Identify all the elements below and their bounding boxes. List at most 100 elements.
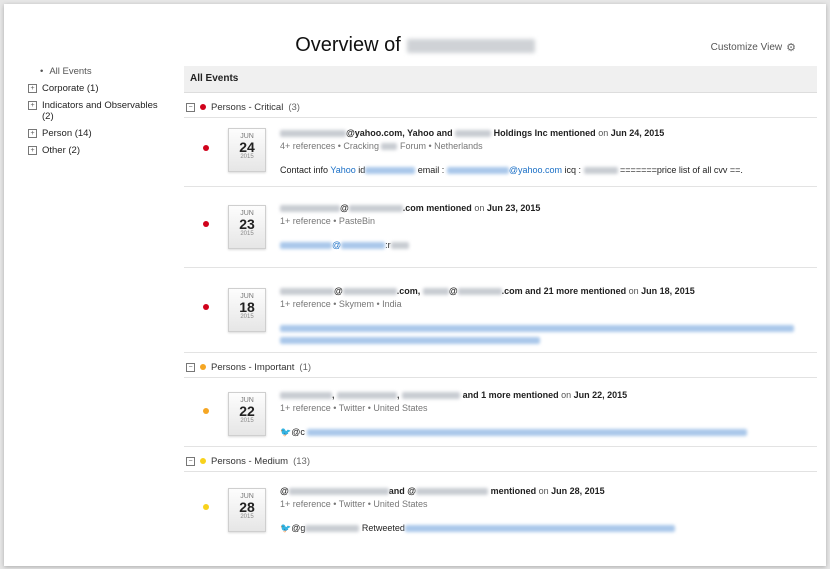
event-row[interactable]: JUN 24 2015 @yahoo.com, Yahoo and Holdin… xyxy=(184,118,817,187)
event-body: @yahoo.com, Yahoo and Holdings Inc menti… xyxy=(280,128,807,175)
expand-icon[interactable]: + xyxy=(28,84,37,93)
event-row[interactable]: JUN 23 2015 @ .com mentioned on Jun 23, 2… xyxy=(184,187,817,268)
gear-icon: ⚙ xyxy=(786,42,796,54)
event-content: 🐦@g Retweeted xyxy=(280,523,807,534)
sidebar-item-person[interactable]: + Person (14) xyxy=(28,128,168,139)
event-title-on: on xyxy=(538,486,549,496)
event-row[interactable]: JUN 22 2015 , , and 1 more mentioned on … xyxy=(184,378,817,447)
event-content xyxy=(280,323,807,345)
event-content-part: id xyxy=(358,165,366,175)
calendar-day: 23 xyxy=(239,216,255,232)
redacted-text xyxy=(583,167,618,175)
event-title[interactable]: @ and @ mentioned on Jun 28, 2015 xyxy=(280,486,807,496)
event-title-part: .com mentioned xyxy=(402,203,472,213)
calendar-day: 28 xyxy=(239,499,255,515)
calendar-year: 2015 xyxy=(240,154,254,160)
event-title[interactable]: @yahoo.com, Yahoo and Holdings Inc menti… xyxy=(280,128,807,138)
event-content: Contact info Yahoo id email : @yahoo.com… xyxy=(280,165,807,175)
event-title[interactable]: @ .com, @ .com and 21 more mentioned on Ju… xyxy=(280,286,807,296)
email-link[interactable]: @yahoo.com xyxy=(509,165,562,175)
events-header: All Events xyxy=(184,66,817,93)
group-name: Persons - Medium xyxy=(211,455,289,467)
page-title: Overview of xyxy=(4,34,826,57)
event-meta: 1+ reference • Twitter • United States xyxy=(280,403,428,413)
redacted-text xyxy=(402,392,461,400)
events-panel: All Events − Persons - Critical (3) JUN … xyxy=(184,66,817,552)
event-title-part: and 1 more mentioned xyxy=(462,390,559,400)
event-content-part: icq : xyxy=(564,165,582,175)
event-row[interactable]: JUN 18 2015 @ .com, @ .com and 21 more men… xyxy=(184,268,817,353)
event-title-part: .com, xyxy=(396,286,421,296)
redacted-name xyxy=(406,38,535,53)
sidebar-item-label: Corporate (1) xyxy=(42,83,99,94)
event-content-part: =======price list of all cvv ==. xyxy=(620,165,743,175)
event-content: 🐦@c xyxy=(280,427,807,438)
page-title-text: Overview of xyxy=(295,34,401,56)
event-title-part: mentioned xyxy=(490,486,537,496)
twitter-icon: 🐦 xyxy=(280,523,292,533)
twitter-icon: 🐦 xyxy=(280,427,292,437)
group-persons-medium[interactable]: − Persons - Medium (13) xyxy=(186,453,817,469)
expand-icon[interactable]: + xyxy=(28,146,37,155)
event-title-part: Holdings Inc mentioned xyxy=(493,128,596,138)
calendar-day: 24 xyxy=(239,139,255,155)
yahoo-link[interactable]: Yahoo xyxy=(330,165,355,175)
event-title-part: @ xyxy=(340,203,349,213)
event-content-part: email : xyxy=(417,165,445,175)
event-title-part: @yahoo.com, Yahoo and xyxy=(346,128,453,138)
event-row[interactable]: JUN 28 2015 @ and @ mentioned on Jun 28, … xyxy=(184,472,817,552)
group-count: (3) xyxy=(288,101,300,113)
customize-view-button[interactable]: Customize View ⚙ xyxy=(711,41,796,54)
event-title-on: on xyxy=(598,128,609,138)
event-content-part: Retweeted xyxy=(361,523,405,533)
redacted-text xyxy=(307,429,748,437)
redacted-text xyxy=(280,325,794,333)
redacted-text xyxy=(280,288,334,296)
group-name: Persons - Important xyxy=(211,361,295,373)
important-dot-icon xyxy=(203,408,209,414)
event-meta: 4+ references • Cracking Forum • Netherl… xyxy=(280,141,807,151)
event-content: @ :r xyxy=(280,240,807,250)
critical-dot-icon xyxy=(200,104,206,110)
group-name: Persons - Critical xyxy=(211,101,284,113)
collapse-icon[interactable]: − xyxy=(186,456,195,466)
event-meta: 1+ reference • PasteBin xyxy=(280,216,375,226)
redacted-text xyxy=(390,242,409,250)
event-title-part: @ xyxy=(280,486,289,496)
sidebar-item-other[interactable]: + Other (2) xyxy=(28,145,168,156)
event-meta-part: Forum • Netherlands xyxy=(399,141,483,151)
calendar-day: 22 xyxy=(239,403,255,419)
group-persons-important[interactable]: − Persons - Important (1) xyxy=(186,359,817,375)
event-body: @ and @ mentioned on Jun 28, 2015 1+ refe… xyxy=(280,486,807,534)
redacted-text xyxy=(337,392,398,400)
group-persons-critical[interactable]: − Persons - Critical (3) xyxy=(186,99,817,115)
expand-icon[interactable]: + xyxy=(28,129,37,138)
event-title-part: @ xyxy=(334,286,343,296)
redacted-text xyxy=(446,167,509,175)
expand-icon[interactable]: + xyxy=(28,101,37,110)
redacted-text xyxy=(422,288,449,296)
sidebar-item-corporate[interactable]: + Corporate (1) xyxy=(28,83,168,94)
event-meta: 1+ reference • Twitter • United States xyxy=(280,499,428,509)
event-title[interactable]: , , and 1 more mentioned on Jun 22, 2015 xyxy=(280,390,807,400)
sidebar-item-all-events[interactable]: All Events xyxy=(40,66,168,77)
event-content-link[interactable]: @ xyxy=(332,240,341,250)
event-meta: 1+ reference • Skymem • India xyxy=(280,299,402,309)
sidebar-item-indicators[interactable]: + Indicators and Observables (2) xyxy=(28,100,168,122)
event-date: Jun 28, 2015 xyxy=(551,486,605,496)
redacted-text xyxy=(348,205,403,213)
redacted-text xyxy=(280,130,346,138)
redacted-text xyxy=(455,130,492,138)
redacted-text xyxy=(280,337,540,345)
event-body: @ .com, @ .com and 21 more mentioned on Ju… xyxy=(280,286,807,345)
medium-dot-icon xyxy=(203,504,209,510)
event-title[interactable]: @ .com mentioned on Jun 23, 2015 xyxy=(280,203,807,213)
group-count: (1) xyxy=(299,361,312,373)
medium-dot-icon xyxy=(200,458,206,464)
group-count: (13) xyxy=(293,455,310,467)
event-content-part: :r xyxy=(385,240,391,250)
redacted-text xyxy=(280,242,332,250)
collapse-icon[interactable]: − xyxy=(186,102,195,112)
collapse-icon[interactable]: − xyxy=(186,362,195,372)
calendar-day: 18 xyxy=(239,299,255,315)
